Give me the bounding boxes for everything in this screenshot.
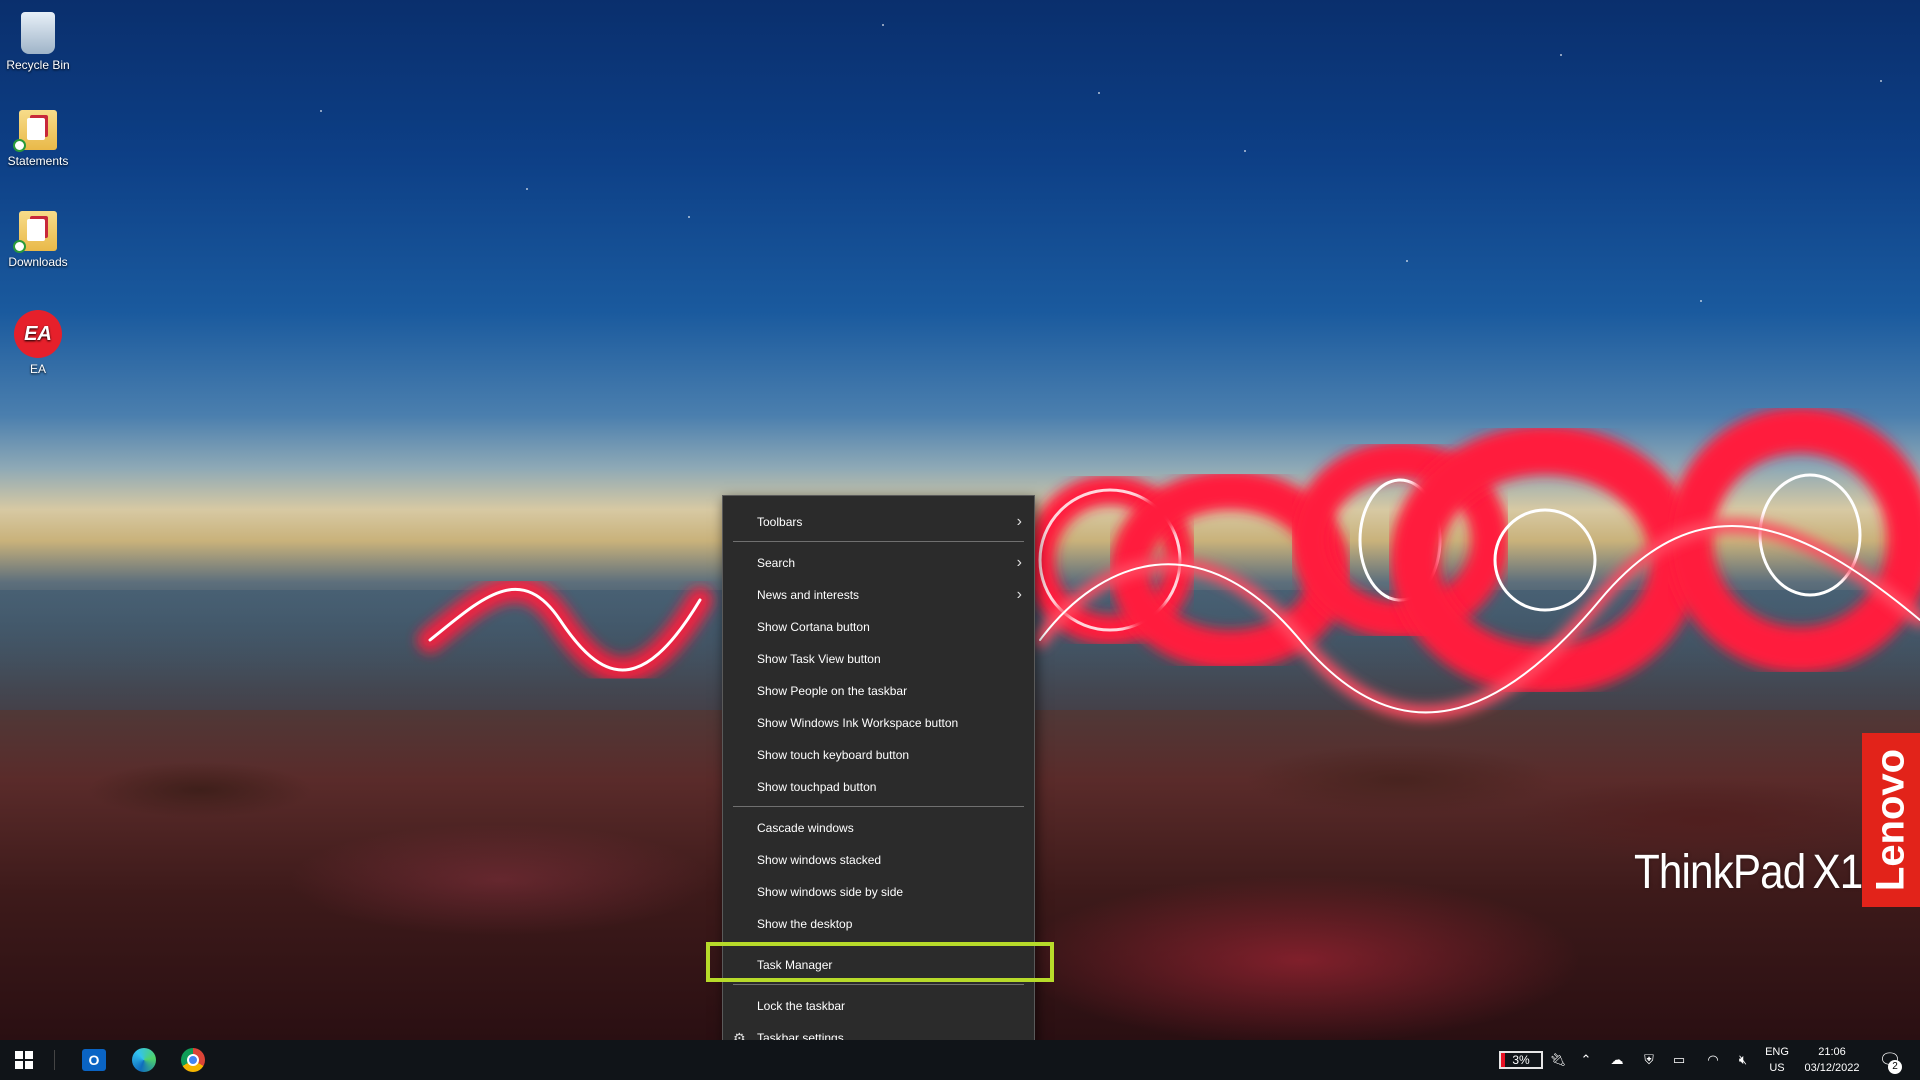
menu-item-show-windows-side-by-side[interactable]: Show windows side by side [723,877,1034,907]
menu-item-toolbars[interactable]: Toolbars › [723,507,1034,537]
ea-app-icon: EA [14,310,62,358]
lenovo-text: Lenovo [1868,748,1913,892]
thinkpad-logo: ThinkPad X1 [1634,845,1863,900]
menu-item-show-people[interactable]: Show People on the taskbar [723,676,1034,706]
chevron-right-icon: › [1016,513,1022,530]
desktop-icon-label: Statements [7,154,69,168]
desktop-icon-label: EA [29,362,46,376]
onedrive-cloud-icon[interactable]: ☁ [1604,1040,1630,1080]
menu-item-label: Cascade windows [757,821,854,835]
sync-check-icon [13,139,26,152]
desktop-icon-recycle-bin[interactable]: Recycle Bin [0,8,76,72]
thinkpad-model: X1 [1812,846,1863,899]
desktop-icon-ea[interactable]: EA EA [0,310,76,376]
menu-item-search[interactable]: Search › [723,548,1034,578]
recycle-bin-icon [21,12,55,54]
menu-item-label: Show Task View button [757,652,881,666]
desktop-icon-label: Recycle Bin [6,58,70,72]
menu-item-label: Lock the taskbar [757,999,846,1013]
menu-separator [733,541,1024,542]
menu-item-label: News and interests [757,588,860,602]
menu-item-show-windows-ink[interactable]: Show Windows Ink Workspace button [723,708,1034,738]
menu-item-label: Show touchpad button [757,780,877,794]
clock-date: 03/12/2022 [1804,1062,1860,1074]
menu-separator [733,984,1024,985]
menu-item-lock-the-taskbar[interactable]: Lock the taskbar [723,991,1034,1021]
sync-check-icon [13,240,26,253]
security-icon[interactable]: ⛨ [1636,1040,1662,1080]
chevron-up-icon[interactable]: ⌃ [1574,1040,1598,1080]
power-plug-icon[interactable]: 🔌︎ [1546,1040,1570,1080]
task-manager-highlight-box [706,942,1054,982]
menu-item-label: Show touch keyboard button [757,748,910,762]
menu-item-show-touchpad[interactable]: Show touchpad button [723,772,1034,802]
menu-item-news-and-interests[interactable]: News and interests › [723,580,1034,610]
desktop-icon-statements[interactable]: Statements [0,110,76,168]
region-code: US [1769,1062,1785,1074]
action-center-button[interactable]: 🗨︎ [1872,1040,1908,1080]
menu-item-show-windows-stacked[interactable]: Show windows stacked [723,845,1034,875]
volume-muted-icon[interactable]: 🔇︎ [1730,1040,1756,1080]
taskbar-app-edge[interactable] [120,1040,168,1080]
thinkpad-text: ThinkPad [1634,846,1806,899]
folder-icon [13,211,57,253]
language-code: ENG [1765,1046,1789,1058]
menu-item-show-touch-keyboard[interactable]: Show touch keyboard button [723,740,1034,770]
language-indicator[interactable]: ENG US [1762,1044,1792,1076]
notification-count-badge: 2 [1888,1060,1902,1074]
menu-item-cascade-windows[interactable]: Cascade windows [723,813,1034,843]
menu-item-label: Show Cortana button [757,620,870,634]
menu-item-show-the-desktop[interactable]: Show the desktop [723,909,1034,939]
clock[interactable]: 21:06 03/12/2022 [1798,1044,1866,1076]
taskbar: O 3% 🔌︎ ⌃ ☁ ⛨ ▭ ◠ 🔇︎ ENG US 21:06 03/12/… [0,1040,1920,1080]
battery-saver-icon[interactable]: ▭ [1666,1040,1692,1080]
menu-item-label: Show windows stacked [757,853,882,867]
menu-item-label: Search [757,556,796,570]
taskbar-app-outlook[interactable]: O [70,1040,118,1080]
desktop-icon-label: Downloads [8,255,68,269]
start-button[interactable] [0,1040,48,1080]
menu-separator [733,806,1024,807]
chrome-icon [181,1048,205,1072]
folder-icon [13,110,57,152]
menu-item-show-cortana-button[interactable]: Show Cortana button [723,612,1034,642]
menu-item-label: Show People on the taskbar [757,684,908,698]
lenovo-logo: Lenovo [1862,733,1920,907]
taskbar-divider [54,1050,55,1070]
menu-item-label: Show windows side by side [757,885,904,899]
chevron-right-icon: › [1016,554,1022,571]
desktop-icon-downloads[interactable]: Downloads [0,211,76,269]
chevron-right-icon: › [1016,586,1022,603]
menu-item-show-task-view-button[interactable]: Show Task View button [723,644,1034,674]
clock-time: 21:06 [1818,1046,1846,1058]
menu-item-label: Show the desktop [757,917,853,931]
edge-icon [132,1048,156,1072]
menu-item-label: Toolbars [757,515,803,529]
taskbar-app-chrome[interactable] [169,1040,217,1080]
battery-indicator[interactable]: 3% [1499,1051,1543,1069]
outlook-icon: O [82,1049,106,1071]
wifi-icon[interactable]: ◠ [1700,1040,1726,1080]
windows-logo-icon [15,1051,33,1069]
menu-item-label: Show Windows Ink Workspace button [757,716,959,730]
